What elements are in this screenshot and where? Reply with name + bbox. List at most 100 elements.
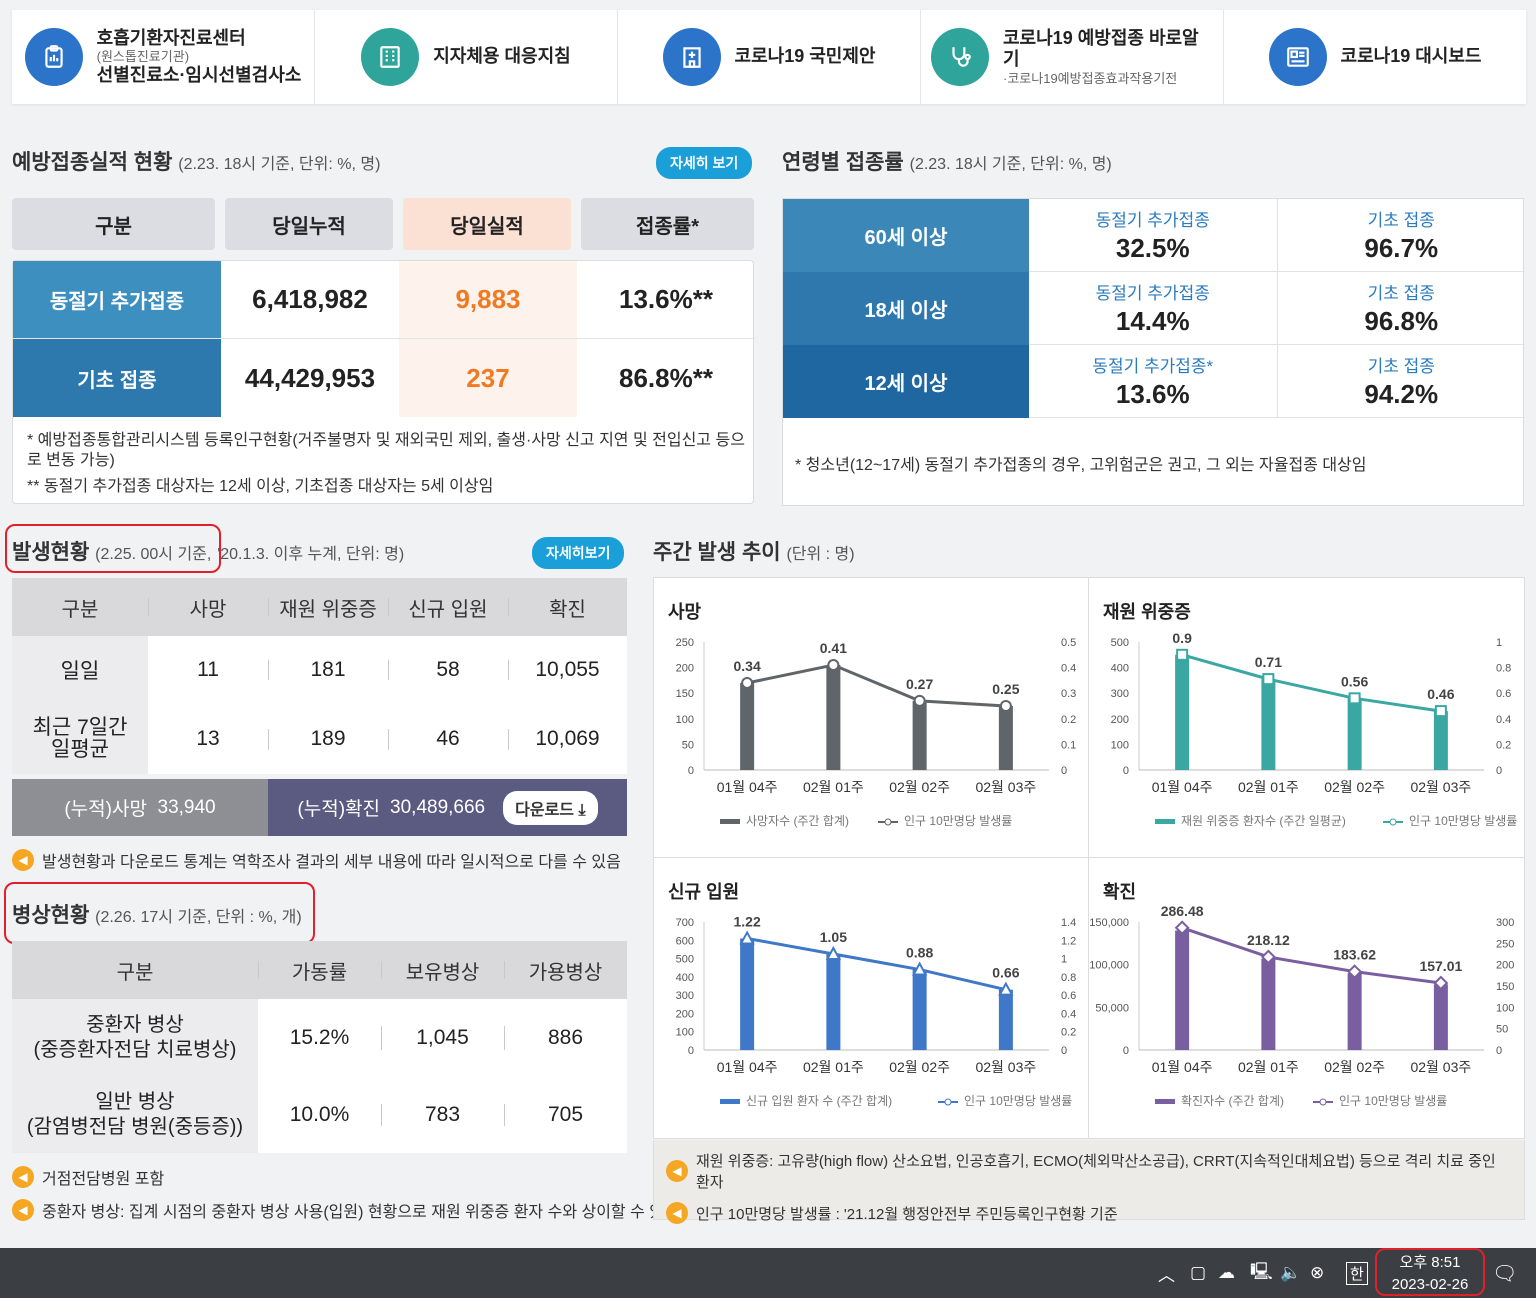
severe-value: 181	[268, 636, 388, 704]
y-tick-label: 600	[676, 935, 694, 947]
close-circle-icon[interactable]: ⊗	[1310, 1248, 1324, 1298]
header-cell: 사망	[148, 578, 268, 636]
y-tick-label: 400	[676, 972, 694, 984]
primary-cell: 기초 접종 96.8%	[1276, 272, 1525, 345]
table-row: 중환자 병상 (중증환자전담 치료병상) 15.2% 1,045 886	[12, 999, 627, 1077]
outbreak-note: ◀ 발생현황과 다운로드 통계는 역학조사 결과의 세부 내용에 따라 일시적으…	[12, 848, 621, 872]
y2-tick-label: 300	[1496, 917, 1514, 929]
chart-admission: 신규 입원 0 100 200 300 400 500 600 700 0 0.2 0.4 0.6 0.…	[654, 858, 1089, 1138]
vaccination-notes: * 예방접종통합관리시스템 등록인구현황(거주불명자 및 재외국민 제외, 출생…	[27, 431, 747, 497]
y-tick-label: 300	[676, 990, 694, 1002]
admit-value: 58	[388, 636, 508, 704]
row-label: 일반 병상 (감염병전담 병원(중등증))	[12, 1077, 258, 1153]
death-value: 11	[197, 658, 219, 681]
rate-line	[1181, 926, 1442, 985]
weekly-note-1: ◀ 재원 위중증: 고유량(high flow) 산소요법, 인공호흡기, EC…	[666, 1150, 1512, 1192]
network-icon[interactable]: 🖳	[1250, 1248, 1273, 1298]
x-tick-label: 01월 04주	[1152, 779, 1213, 795]
y-tick-label: 400	[1111, 663, 1129, 675]
quick-link-local-guideline[interactable]: 지자체용 대응지침	[315, 10, 618, 104]
chart-confirmed: 확진 0 50,000 100,000 150,000 0 50 100 150 200 250 3…	[1089, 858, 1524, 1138]
data-label: 0.34	[734, 658, 761, 674]
chart-death-svg: 0 50 100 150 200 250 0 0.1 0.2 0.3 0.4 0.5 01월 04주 02…	[676, 637, 1077, 828]
legend-label: 사망자수 (주간 합계)	[746, 814, 849, 828]
tray-app-icon[interactable]: ▢	[1190, 1248, 1206, 1298]
data-label: 0.56	[1341, 673, 1368, 689]
bar	[826, 954, 841, 1050]
cell-key: 기초 접종	[1367, 284, 1435, 303]
y-tick-label: 0	[688, 1045, 694, 1057]
age-label: 60세 이상	[783, 199, 1029, 272]
x-tick-label: 02월 03주	[975, 779, 1036, 795]
header-cell: 보유병상	[381, 941, 504, 999]
notification-icon[interactable]: 🗨	[1492, 1248, 1517, 1298]
data-label: 0.46	[1427, 686, 1454, 702]
tray-chevron-icon[interactable]: ︿	[1158, 1248, 1175, 1298]
y2-tick-label: 0.2	[1496, 739, 1511, 751]
cum-death-value: 33,940	[157, 796, 216, 818]
y2-tick-label: 0	[1061, 1045, 1067, 1057]
y-tick-label: 250	[676, 637, 694, 649]
bar	[1175, 654, 1190, 770]
volume-icon[interactable]: 🔈	[1280, 1248, 1301, 1298]
x-tick-label: 02월 02주	[1324, 1059, 1385, 1075]
y-tick-label: 200	[676, 1008, 694, 1020]
rate-point	[1434, 705, 1447, 718]
x-tick-label: 02월 02주	[889, 779, 950, 795]
download-icon: ⤓	[578, 801, 586, 819]
vaccination-detail-button[interactable]: 자세히 보기	[656, 147, 753, 179]
section-subtitle: '20.1.3. 이후 누계, 단위: 명)	[217, 546, 405, 563]
x-tick-label: 02월 03주	[1410, 779, 1471, 795]
row-label-line: 일반 병상	[95, 1091, 175, 1113]
x-tick-label: 02월 01주	[803, 1059, 864, 1075]
section-subtitle: (2.23. 18시 기준, 단위: %, 명)	[178, 156, 381, 173]
cell-value: 96.7%	[1364, 233, 1439, 263]
rate-point	[999, 700, 1012, 712]
row-label: 일일	[12, 636, 148, 704]
data-label: 157.01	[1419, 958, 1462, 974]
data-label: 1.05	[820, 929, 847, 945]
x-tick-label: 02월 01주	[1238, 779, 1299, 795]
weekly-charts: 사망 0 50 100 150 200 250 0 0.1 0.2 0.3 0.4 0.5 01월 04…	[653, 577, 1525, 1139]
download-button[interactable]: 다운로드 ⤓	[503, 790, 598, 825]
beds-table: 구분 가동률 보유병상 가용병상 중환자 병상 (중증환자전담 치료병상) 15…	[12, 941, 627, 1153]
cumulative-value: 6,418,982	[252, 284, 368, 314]
y-tick-label: 100	[676, 1027, 694, 1039]
table-row: 최근 7일간 일평균 13 189 46 10,069	[12, 704, 627, 774]
bar	[826, 665, 841, 770]
rate-point	[1262, 673, 1275, 686]
y2-tick-label: 0.4	[1061, 663, 1076, 675]
row-label: 중환자 병상 (중증환자전담 치료병상)	[12, 999, 258, 1077]
weekly-section-title: 주간 발생 추이 (단위 : 명)	[653, 536, 855, 566]
y2-tick-label: 1	[1061, 954, 1067, 966]
y-tick-label: 700	[676, 917, 694, 929]
y-tick-label: 150	[676, 688, 694, 700]
quick-link-proposal[interactable]: 코로나19 국민제안	[618, 10, 921, 104]
booster-cell: 동절기 추가접종 32.5%	[1029, 199, 1277, 272]
quick-link-label: 코로나19 예방접종 바로알기	[1003, 27, 1199, 70]
legend-marker	[944, 1098, 952, 1106]
ime-indicator[interactable]: 한	[1346, 1248, 1368, 1298]
age-rates-section-title: 연령별 접종률 (2.23. 18시 기준, 단위: %, 명)	[782, 146, 1112, 176]
quick-link-sublabel: (원스톱진료기관)	[96, 49, 190, 65]
cloud-icon[interactable]: ☁	[1218, 1248, 1235, 1298]
y-tick-label: 50	[682, 739, 694, 751]
legend-label: 확진자수 (주간 합계)	[1181, 1094, 1284, 1108]
data-label: 0.27	[906, 676, 933, 692]
quick-link-respiratory-center[interactable]: 호흡기환자진료센터 (원스톱진료기관) 선별진료소·임시선별검사소	[12, 10, 315, 104]
y-tick-label: 500	[676, 954, 694, 966]
y-tick-label: 500	[1111, 637, 1129, 649]
available-value: 705	[504, 1077, 627, 1153]
building-icon	[361, 28, 420, 86]
outbreak-detail-button[interactable]: 자세히보기	[532, 537, 625, 569]
quick-link-vaccine-info[interactable]: 코로나19 예방접종 바로알기 ·코로나19예방접종효과작용기전	[921, 10, 1224, 104]
bar	[1347, 698, 1362, 770]
data-label: 0.71	[1255, 654, 1282, 670]
table-header: 구분 사망 재원 위중증 신규 입원 확진	[12, 578, 627, 636]
rate-point	[1176, 648, 1189, 661]
speaker-icon: ◀	[12, 849, 34, 871]
bar	[912, 700, 927, 770]
x-tick-label: 01월 04주	[717, 779, 778, 795]
x-tick-label: 02월 02주	[1324, 779, 1385, 795]
quick-link-dashboard[interactable]: 코로나19 대시보드	[1224, 10, 1526, 104]
